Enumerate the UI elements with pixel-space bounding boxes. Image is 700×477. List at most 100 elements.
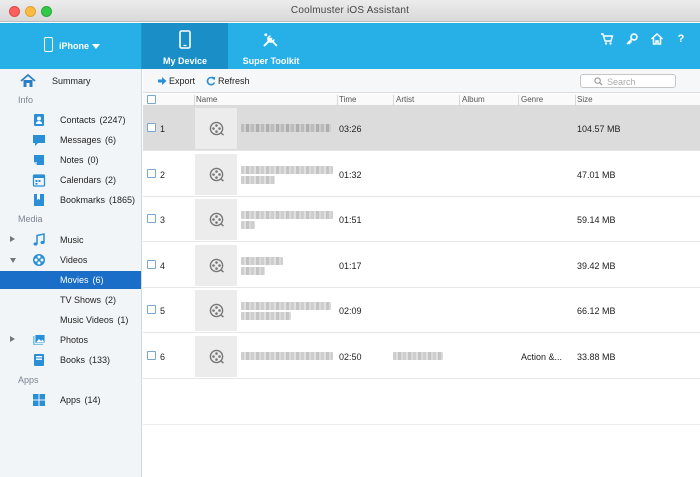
home-icon[interactable] <box>650 32 664 46</box>
table-row[interactable]: 6 02:50 Action &... 33.88 MB <box>143 334 700 379</box>
sidebar-item-label: Messages <box>60 135 102 145</box>
disclosure-down-icon[interactable] <box>10 258 16 263</box>
contacts-icon <box>34 114 44 126</box>
row-time: 01:32 <box>339 170 362 180</box>
row-index: 3 <box>160 215 166 225</box>
refresh-button[interactable]: Refresh <box>206 75 266 87</box>
table-row[interactable]: 5 02:09 66.12 MB <box>143 288 700 333</box>
row-checkbox[interactable] <box>147 260 156 269</box>
table-row[interactable]: 1 03:26 104.57 MB <box>143 106 700 151</box>
item-count: (133) <box>89 355 111 365</box>
iphone-icon <box>44 37 53 52</box>
row-index: 1 <box>160 124 166 134</box>
sidebar-item-photos[interactable]: Photos <box>0 331 141 349</box>
export-button[interactable]: Export <box>157 75 209 87</box>
blurred-title <box>241 257 283 265</box>
disclosure-right-icon[interactable] <box>10 336 15 342</box>
row-size: 33.88 MB <box>577 352 616 362</box>
bookmarks-icon <box>34 194 44 206</box>
empty-row <box>143 380 700 425</box>
table-row[interactable]: 3 01:51 59.14 MB <box>143 197 700 242</box>
column-separator <box>575 95 576 105</box>
row-size: 39.42 MB <box>577 261 616 271</box>
video-thumbnail <box>195 290 237 331</box>
sidebar-item-bookmarks[interactable]: Bookmarks (1865) <box>0 191 141 209</box>
calendar-icon <box>32 174 46 187</box>
messages-icon <box>33 135 45 146</box>
section-apps-title: Apps <box>18 375 39 385</box>
sidebar-item-summary[interactable]: Summary <box>0 72 141 90</box>
sidebar-item-books[interactable]: Books (133) <box>0 351 141 369</box>
row-checkbox[interactable] <box>147 169 156 178</box>
video-thumbnail <box>195 199 237 240</box>
books-icon <box>34 354 44 366</box>
blurred-title <box>241 302 331 310</box>
notes-icon <box>34 155 44 165</box>
phone-icon <box>179 30 191 49</box>
sidebar-item-messages[interactable]: Messages (6) <box>0 131 141 149</box>
search-input[interactable] <box>607 76 673 87</box>
film-reel-icon <box>209 167 224 182</box>
column-header-album[interactable]: Album <box>462 95 485 104</box>
item-count: (2) <box>105 295 117 305</box>
table-row[interactable]: 4 01:17 39.42 MB <box>143 243 700 288</box>
chevron-down-icon <box>92 44 100 49</box>
title-bar: Coolmuster iOS Assistant <box>0 0 700 22</box>
row-time: 03:26 <box>339 124 362 134</box>
sidebar-item-contacts[interactable]: Contacts (2247) <box>0 111 141 129</box>
sidebar-item-calendars[interactable]: Calendars (2) <box>0 171 141 189</box>
key-icon[interactable] <box>625 32 639 46</box>
sidebar-item-label: Videos <box>60 255 88 265</box>
cart-icon[interactable] <box>600 32 614 46</box>
disclosure-right-icon[interactable] <box>10 236 15 242</box>
sidebar-item-notes[interactable]: Notes (0) <box>0 151 141 169</box>
sidebar-item-label: Apps <box>60 395 81 405</box>
column-header-name[interactable]: Name <box>196 95 217 104</box>
sidebar-item-music[interactable]: Music <box>0 231 141 249</box>
item-count: (1865) <box>109 195 136 205</box>
column-separator <box>518 95 519 105</box>
film-reel-icon <box>209 258 224 273</box>
column-header-size[interactable]: Size <box>577 95 593 104</box>
sidebar-item-label: Books <box>60 355 86 365</box>
table-header: Name Time Artist Album Genre Size <box>143 94 700 106</box>
row-checkbox[interactable] <box>147 214 156 223</box>
column-header-artist[interactable]: Artist <box>396 95 414 104</box>
search-icon <box>594 77 603 86</box>
device-selector[interactable]: iPhone <box>0 23 142 69</box>
column-header-genre[interactable]: Genre <box>521 95 543 104</box>
row-time: 02:50 <box>339 352 362 362</box>
tab-my-device[interactable]: My Device <box>142 23 228 69</box>
sidebar-item-music-videos[interactable]: Music Videos (1) <box>0 311 141 329</box>
sidebar-item-label: Movies <box>60 275 89 285</box>
column-header-time[interactable]: Time <box>339 95 356 104</box>
sidebar-item-label: Music Videos <box>60 315 114 325</box>
sidebar-item-movies[interactable]: Movies (6) <box>0 271 141 289</box>
tab-super-toolkit[interactable]: Super Toolkit <box>228 23 314 69</box>
help-icon[interactable]: ? <box>674 32 688 46</box>
sidebar-item-label: Notes <box>60 155 84 165</box>
device-label: iPhone <box>59 41 90 51</box>
blurred-title <box>241 166 333 174</box>
row-checkbox[interactable] <box>147 351 156 360</box>
sidebar-item-label: Summary <box>52 76 91 86</box>
music-icon <box>33 233 45 246</box>
sidebar: Summary Info Contacts (2247) Messages (6) … <box>0 69 142 477</box>
sidebar-item-videos[interactable]: Videos <box>0 251 141 269</box>
search-box[interactable] <box>580 74 676 88</box>
blurred-title <box>241 221 255 229</box>
sidebar-item-apps[interactable]: Apps (14) <box>0 391 141 409</box>
video-thumbnail <box>195 154 237 195</box>
row-genre: Action &... <box>521 352 563 362</box>
tab-my-device-label: My Device <box>162 56 208 66</box>
row-checkbox[interactable] <box>147 123 156 132</box>
home-icon <box>20 73 36 87</box>
video-thumbnail <box>195 108 237 149</box>
item-count: (6) <box>105 135 117 145</box>
table-row[interactable]: 2 01:32 47.01 MB <box>143 152 700 197</box>
photos-icon <box>33 334 46 345</box>
video-thumbnail <box>195 336 237 377</box>
select-all-checkbox[interactable] <box>147 95 156 104</box>
row-checkbox[interactable] <box>147 305 156 314</box>
sidebar-item-tv-shows[interactable]: TV Shows (2) <box>0 291 141 309</box>
